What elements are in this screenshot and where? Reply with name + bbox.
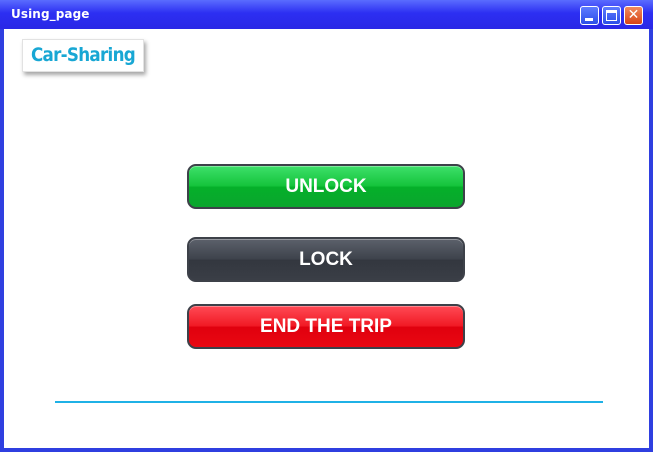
end-trip-button[interactable]: END THE TRIP <box>187 304 465 349</box>
app-window: Using_page ✕ Car-Sharing UNLOCK LOCK END… <box>0 0 653 452</box>
close-icon: ✕ <box>627 7 640 23</box>
title-bar[interactable]: Using_page ✕ <box>0 0 653 29</box>
minimize-button[interactable] <box>580 6 599 25</box>
maximize-button[interactable] <box>602 6 621 25</box>
minimize-icon <box>585 18 593 21</box>
logo-text: Car-Sharing <box>30 44 136 66</box>
unlock-button[interactable]: UNLOCK <box>187 164 465 209</box>
window-title: Using_page <box>11 7 90 21</box>
divider-line <box>55 401 603 403</box>
maximize-icon <box>606 10 617 21</box>
close-button[interactable]: ✕ <box>624 6 643 25</box>
car-sharing-logo: Car-Sharing <box>22 39 144 72</box>
lock-button[interactable]: LOCK <box>187 237 465 282</box>
